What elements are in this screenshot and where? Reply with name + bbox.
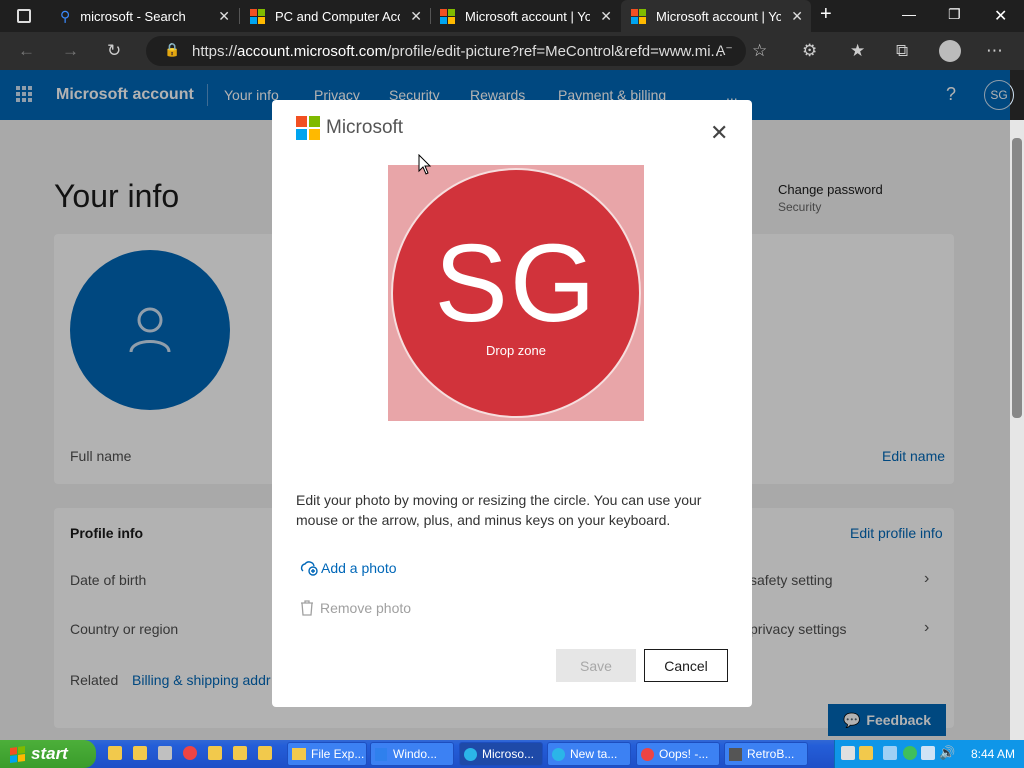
close-icon[interactable]: ✕ xyxy=(710,120,728,146)
taskbar-item-new-tab[interactable]: New ta... xyxy=(547,742,631,766)
dialog-logo: Microsoft xyxy=(296,116,403,140)
add-photo-button[interactable]: Add a photo xyxy=(300,560,397,576)
tab-title: microsoft - Search xyxy=(80,8,186,24)
photo-editor[interactable]: SG Drop zone xyxy=(388,165,644,421)
remove-photo-label: Remove photo xyxy=(320,600,412,616)
collections-icon[interactable]: ⧉ xyxy=(896,41,908,61)
folder-icon[interactable] xyxy=(208,746,222,760)
more-icon[interactable]: ⋯ xyxy=(986,41,1003,61)
microsoft-logo-icon xyxy=(296,116,320,140)
back-icon[interactable]: ← xyxy=(18,41,35,61)
url-prefix: https:// xyxy=(192,42,238,60)
logo-text: Microsoft xyxy=(326,117,404,138)
warning-icon[interactable] xyxy=(859,746,873,760)
close-window-icon[interactable]: ✕ xyxy=(994,6,1007,26)
url-host: account.microsoft.com xyxy=(237,42,388,60)
profile-icon[interactable] xyxy=(939,40,961,62)
read-aloud-icon[interactable]: A⁻ xyxy=(716,42,733,59)
tab-title: Microsoft account | Your info xyxy=(465,8,590,24)
taskbar-item-label: RetroB... xyxy=(747,747,795,761)
folder-icon[interactable] xyxy=(233,746,247,760)
scrollbar-thumb[interactable] xyxy=(1012,138,1022,418)
tab-title: PC and Computer Accessories xyxy=(275,8,400,24)
favorites-icon[interactable]: ★ xyxy=(850,41,865,61)
taskbar-item-label: File Exp... xyxy=(311,747,365,761)
mouse-cursor-icon xyxy=(418,154,432,175)
taskbar-item-oops[interactable]: Oops! -... xyxy=(636,742,720,766)
start-button[interactable]: start xyxy=(0,740,96,768)
microsoft-logo-icon xyxy=(631,8,646,24)
lock-icon: 🔒 xyxy=(164,42,181,57)
add-photo-label: Add a photo xyxy=(321,560,397,576)
restore-icon[interactable]: ❐ xyxy=(948,6,961,23)
folder-icon[interactable] xyxy=(108,746,122,760)
clock: 8:44 AM xyxy=(971,747,1016,761)
extensions-icon[interactable]: ⚙ xyxy=(802,41,817,61)
favorite-add-icon[interactable]: ☆ xyxy=(752,41,767,61)
microsoft-logo-icon xyxy=(440,8,455,24)
start-label: start xyxy=(31,744,68,763)
taskbar-item-file-explorer[interactable]: File Exp... xyxy=(287,742,367,766)
tab-title: Microsoft account | Your info xyxy=(656,8,781,24)
minimize-icon[interactable]: — xyxy=(902,6,916,22)
taskbar-item-retrobar[interactable]: RetroB... xyxy=(724,742,808,766)
network-icon[interactable] xyxy=(883,746,897,760)
remove-photo-button[interactable]: Remove photo xyxy=(300,600,411,616)
chrome-icon xyxy=(641,747,654,761)
close-tab-icon[interactable]: ✕ xyxy=(600,8,612,25)
browser-tab-bar: ⚲ microsoft - Search ✕ PC and Computer A… xyxy=(0,0,1024,32)
folder-icon xyxy=(292,748,306,760)
taskbar-item-label: Windo... xyxy=(393,747,438,761)
tab-actions-icon[interactable] xyxy=(17,9,31,23)
folder-icon[interactable] xyxy=(258,746,272,760)
address-bar-row: ← → ↻ 🔒 https://account.microsoft.com/pr… xyxy=(0,32,1024,70)
dialog-description: Edit your photo by moving or resizing th… xyxy=(296,492,702,528)
initials: SG xyxy=(434,221,598,345)
search-icon: ⚲ xyxy=(60,7,71,24)
taskbar: start File Exp... Windo... Microso... Ne… xyxy=(0,740,1024,768)
crop-circle[interactable]: SG Drop zone xyxy=(391,168,641,418)
tools-icon[interactable] xyxy=(158,746,172,760)
tab-ms-account-active[interactable]: Microsoft account | Your info ✕ xyxy=(621,0,811,32)
globe-icon[interactable] xyxy=(903,746,917,760)
tab-ms-account-1[interactable]: Microsoft account | Your info ✕ xyxy=(430,0,620,32)
tab-pc-accessories[interactable]: PC and Computer Accessories ✕ xyxy=(240,0,430,32)
refresh-icon[interactable]: ↻ xyxy=(107,41,121,61)
drop-zone-label: Drop zone xyxy=(486,342,546,358)
taskbar-item-label: Microso... xyxy=(482,747,535,761)
cancel-button[interactable]: Cancel xyxy=(644,649,728,682)
shield-icon xyxy=(375,747,387,761)
windows-flag-icon xyxy=(10,745,25,763)
page-scrollbar[interactable] xyxy=(1010,120,1024,740)
edge-icon xyxy=(552,747,565,761)
new-tab-icon[interactable]: + xyxy=(820,3,832,26)
taskbar-item-microsoft-edge[interactable]: Microso... xyxy=(459,742,543,766)
close-tab-icon[interactable]: ✕ xyxy=(410,8,422,25)
chrome-icon[interactable] xyxy=(183,746,197,760)
display-icon[interactable] xyxy=(921,746,935,760)
url-path: /profile/edit-picture?ref=MeControl&refd… xyxy=(387,42,724,60)
close-tab-icon[interactable]: ✕ xyxy=(791,8,803,25)
retrobar-icon xyxy=(729,747,742,761)
tab-search[interactable]: ⚲ microsoft - Search ✕ xyxy=(50,0,238,32)
close-tab-icon[interactable]: ✕ xyxy=(218,8,230,25)
trash-icon xyxy=(301,600,313,616)
add-photo-icon xyxy=(300,561,318,576)
forward-icon[interactable]: → xyxy=(62,41,79,61)
volume-icon[interactable]: 🔊 xyxy=(939,745,955,761)
taskbar-item-label: Oops! -... xyxy=(659,747,709,761)
system-tray: 🔊 8:44 AM xyxy=(834,740,1024,768)
folder-icon[interactable] xyxy=(133,746,147,760)
url-field[interactable]: 🔒 https://account.microsoft.com/profile/… xyxy=(146,36,746,66)
microsoft-logo-icon xyxy=(250,8,265,24)
edge-icon xyxy=(464,747,477,761)
edit-picture-dialog: Microsoft ✕ SG Drop zone Edit your photo… xyxy=(272,100,752,707)
taskbar-item-label: New ta... xyxy=(570,747,618,761)
taskbar-item-windows[interactable]: Windo... xyxy=(370,742,454,766)
notification-icon[interactable] xyxy=(841,746,855,760)
save-button[interactable]: Save xyxy=(556,649,636,682)
